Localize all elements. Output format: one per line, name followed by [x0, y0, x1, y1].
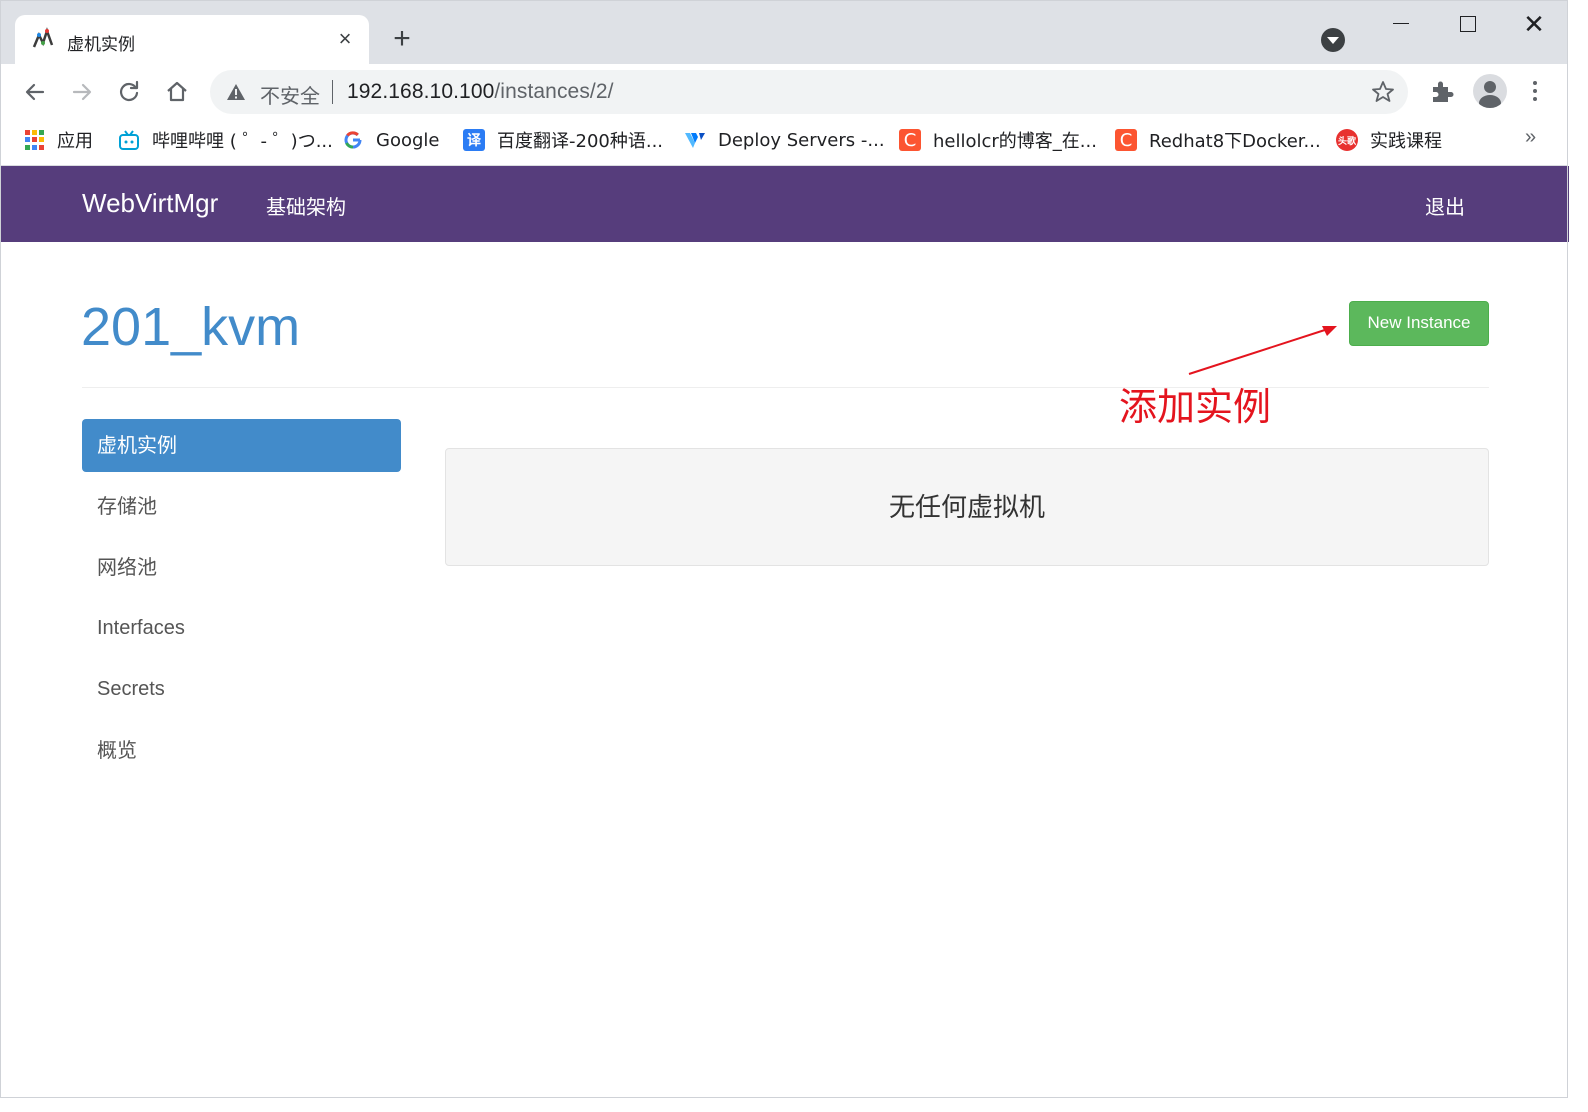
toutiao-icon: 头歌	[1336, 129, 1358, 151]
bookmark-label: Deploy Servers -...	[718, 129, 885, 151]
browser-tab[interactable]: 虚机实例 ×	[15, 15, 369, 65]
omnibox-divider	[332, 80, 333, 104]
url-text[interactable]: 192.168.10.100/instances/2/	[347, 80, 614, 104]
header-divider	[82, 387, 1489, 388]
browser-menu-icon[interactable]	[1525, 78, 1545, 106]
page-title: 201_kvm	[81, 297, 301, 357]
bookmark-label: 百度翻译-200种语...	[497, 131, 664, 152]
window-border	[1567, 0, 1568, 1098]
sidebar-item-instances[interactable]: 虚机实例	[82, 419, 401, 472]
bookmark-baidu-translate[interactable]: 译 百度翻译-200种语...	[463, 126, 663, 154]
bookmark-star-icon[interactable]	[1370, 79, 1396, 105]
bookmark-label: Google	[376, 129, 440, 151]
csdn-icon: C	[899, 129, 921, 151]
baidu-translate-icon: 译	[463, 129, 485, 151]
webvirtmgr-page: WebVirtMgr 基础架构 退出 201_kvm New Instance …	[0, 166, 1569, 1097]
sidebar-item-interfaces[interactable]: Interfaces	[82, 602, 401, 655]
tab-strip: 虚机实例 × + ✕	[0, 0, 1568, 65]
bookmark-apps[interactable]: 应用	[23, 126, 93, 154]
bookmark-label: 哔哩哔哩 ( ゜- ゜)つ...	[152, 131, 333, 152]
annotation-label: 添加实例	[1119, 385, 1272, 429]
bookmark-label: 应用	[57, 131, 93, 152]
vultr-icon	[685, 133, 705, 148]
bilibili-icon	[119, 130, 139, 150]
home-icon[interactable]	[161, 76, 193, 108]
bookmark-google[interactable]: Google	[342, 126, 439, 154]
url-path: /instances/2/	[494, 80, 614, 103]
annotation-arrow-icon	[1188, 326, 1337, 375]
csdn-icon: C	[1115, 129, 1137, 151]
instances-well: 无任何虚拟机	[445, 448, 1489, 566]
warning-icon[interactable]	[226, 82, 246, 102]
profile-avatar-icon[interactable]	[1473, 74, 1507, 108]
reload-icon[interactable]	[113, 76, 145, 108]
forward-icon[interactable]	[66, 76, 98, 108]
bookmark-bilibili[interactable]: 哔哩哔哩 ( ゜- ゜)つ...	[118, 126, 333, 154]
window-close-button[interactable]: ✕	[1517, 11, 1551, 37]
top-navbar: WebVirtMgr 基础架构 退出	[1, 166, 1569, 242]
browser-chrome: 虚机实例 × + ✕ 不安全 192.168.10.100/instances/…	[0, 0, 1568, 166]
browser-toolbar: 不安全 192.168.10.100/instances/2/	[0, 64, 1568, 120]
window-border	[0, 1097, 1568, 1098]
bookmark-label: hellolcr的博客_在...	[933, 131, 1097, 152]
url-host: 192.168.10.100	[347, 80, 495, 103]
security-label[interactable]: 不安全	[260, 80, 320, 109]
back-icon[interactable]	[19, 76, 51, 108]
tab-close-icon[interactable]: ×	[333, 27, 357, 51]
minimize-button[interactable]	[1385, 11, 1419, 37]
bookmark-csdn-docker[interactable]: C Redhat8下Docker...	[1115, 126, 1321, 154]
nav-infrastructure-link[interactable]: 基础架构	[266, 191, 346, 220]
google-icon	[344, 131, 362, 149]
sidebar-item-overview[interactable]: 概览	[82, 724, 401, 777]
new-tab-button[interactable]: +	[387, 24, 417, 55]
extensions-icon[interactable]	[1429, 78, 1455, 104]
apps-grid-icon	[23, 129, 45, 151]
tab-title: 虚机实例	[67, 35, 135, 55]
new-instance-button[interactable]: New Instance	[1349, 301, 1489, 346]
tab-search-icon[interactable]	[1321, 28, 1345, 52]
empty-state-message: 无任何虚拟机	[888, 493, 1045, 523]
bookmark-courses[interactable]: 头歌 实践课程	[1336, 126, 1442, 154]
address-bar[interactable]: 不安全 192.168.10.100/instances/2/	[210, 70, 1408, 114]
bookmark-label: Redhat8下Docker...	[1149, 131, 1321, 152]
bookmarks-overflow-icon[interactable]: »	[1525, 126, 1536, 149]
brand-link[interactable]: WebVirtMgr	[82, 188, 218, 219]
logout-link[interactable]: 退出	[1425, 191, 1465, 220]
maximize-button[interactable]	[1451, 11, 1485, 37]
bookmark-label: 实践课程	[1370, 131, 1442, 152]
sidebar-item-storage[interactable]: 存储池	[82, 480, 401, 533]
bookmark-csdn-blog[interactable]: C hellolcr的博客_在...	[899, 126, 1097, 154]
bookmarks-bar: 应用 哔哩哔哩 ( ゜- ゜)つ... Google 译 百度翻译-200种语.…	[0, 120, 1568, 166]
bookmark-vultr[interactable]: Deploy Servers -...	[684, 126, 885, 154]
sidebar-nav: 虚机实例 存储池 网络池 Interfaces Secrets 概览	[82, 419, 401, 785]
tab-favicon-icon	[32, 27, 54, 48]
sidebar-item-networks[interactable]: 网络池	[82, 541, 401, 594]
sidebar-item-secrets[interactable]: Secrets	[82, 663, 401, 716]
